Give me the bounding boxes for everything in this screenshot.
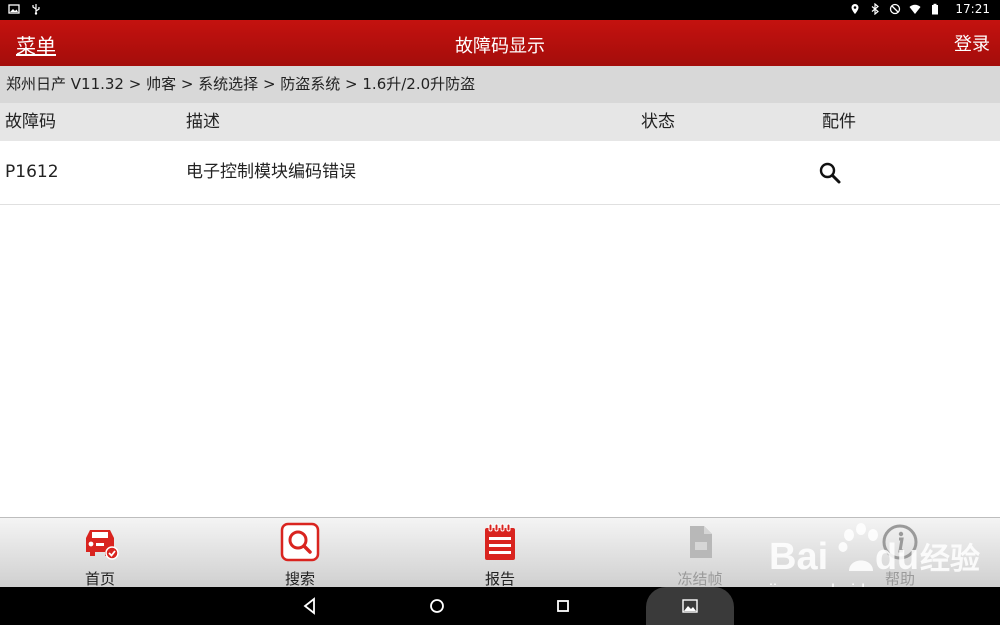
image-icon (8, 4, 20, 14)
table-row[interactable]: P1612 电子控制模块编码错误 (0, 141, 1000, 205)
battery-icon (932, 3, 939, 15)
toolbar-report-label: 报告 (484, 570, 515, 588)
freeze-frame-icon (690, 526, 712, 558)
toolbar-home-label: 首页 (84, 570, 115, 588)
toolbar-home-button[interactable]: 首页 (50, 522, 150, 589)
toolbar-freeze-frame-button[interactable]: 冻结帧 (650, 522, 750, 589)
breadcrumb: 郑州日产 V11.32 > 帅客 > 系统选择 > 防盗系统 > 1.6升/2.… (0, 66, 1000, 103)
paw-logo-icon (838, 523, 878, 571)
svg-text:经验: 经验 (920, 542, 980, 577)
navigation-bar (0, 587, 1000, 625)
blocked-icon (890, 3, 901, 15)
clock: 17:21 (955, 2, 990, 16)
home-icon[interactable] (427, 596, 447, 616)
column-header-code: 故障码 (5, 112, 56, 132)
column-header-status: 状态 (641, 112, 675, 132)
page-title: 故障码显示 (455, 36, 545, 57)
bluetooth-icon (872, 3, 880, 15)
svg-text:Bai: Bai (769, 536, 828, 578)
search-icon[interactable] (818, 161, 842, 185)
recents-icon[interactable] (553, 596, 573, 616)
toolbar-search-label: 搜索 (284, 570, 315, 588)
dtc-code: P1612 (5, 162, 59, 182)
title-bar: 菜单 故障码显示 登录 (0, 20, 1000, 66)
wifi-icon (909, 4, 921, 14)
table-header: 故障码 描述 状态 配件 (0, 103, 1000, 141)
status-bar: 17:21 (0, 0, 1000, 20)
screenshot-pill[interactable] (646, 587, 734, 625)
location-icon (851, 4, 859, 14)
toolbar-search-button[interactable]: 搜索 (250, 522, 350, 589)
car-home-icon (86, 530, 119, 560)
report-icon (485, 523, 515, 560)
svg-text:du: du (875, 536, 919, 577)
login-button[interactable]: 登录 (954, 30, 990, 56)
column-header-description: 描述 (186, 112, 220, 132)
search-icon (280, 522, 320, 562)
toolbar-report-button[interactable]: 报告 (450, 522, 550, 589)
usb-icon (32, 4, 40, 15)
dtc-description: 电子控制模块编码错误 (186, 162, 356, 182)
screenshot-icon (682, 599, 698, 613)
back-icon[interactable] (300, 596, 320, 616)
toolbar-freeze-frame-label: 冻结帧 (677, 570, 723, 588)
column-header-parts: 配件 (822, 112, 856, 132)
